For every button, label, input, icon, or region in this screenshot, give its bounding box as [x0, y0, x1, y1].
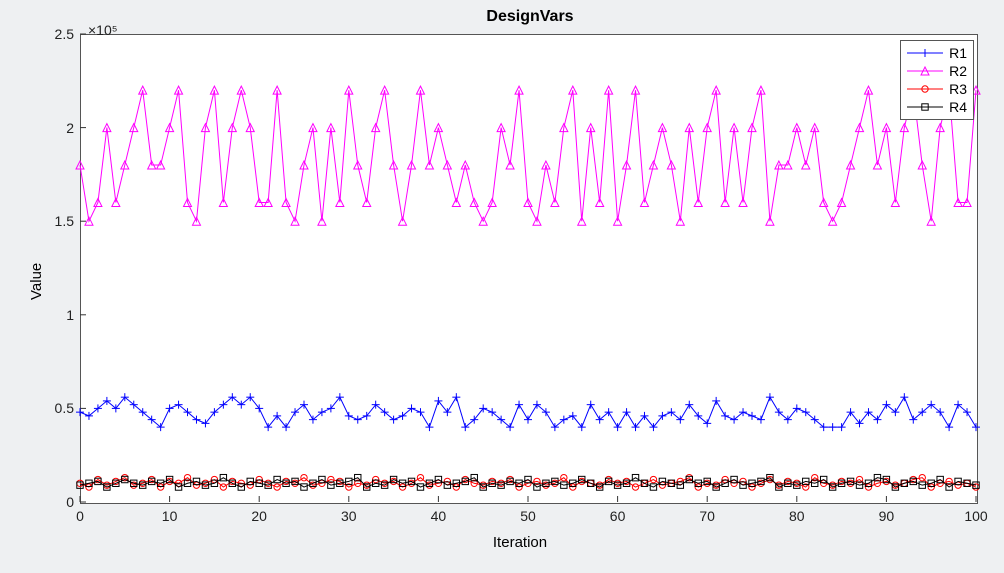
plot-svg: [0, 0, 1004, 573]
x-tick-label: 10: [162, 508, 178, 524]
x-tick-label: 100: [964, 508, 987, 524]
x-tick-label: 30: [341, 508, 357, 524]
x-tick-label: 0: [76, 508, 84, 524]
x-tick-label: 90: [879, 508, 895, 524]
figure: DesignVars ×10⁵ Value Iteration R1 R2 R3…: [0, 0, 1004, 573]
x-tick-label: 50: [520, 508, 536, 524]
x-axis-label: Iteration: [440, 534, 600, 551]
legend-item-r3: R3: [907, 80, 967, 98]
chart-title: DesignVars: [400, 8, 660, 26]
y-tick-label: 0.5: [44, 400, 74, 416]
legend-item-r4: R4: [907, 98, 967, 116]
legend-label: R1: [949, 45, 967, 61]
legend-label: R4: [949, 99, 967, 115]
y-exponent-label: ×10⁵: [88, 22, 118, 38]
y-tick-label: 2.5: [44, 26, 74, 42]
y-tick-label: 0: [44, 494, 74, 510]
legend-label: R2: [949, 63, 967, 79]
y-tick-label: 1: [44, 307, 74, 323]
y-tick-label: 2: [44, 120, 74, 136]
legend-item-r1: R1: [907, 44, 967, 62]
x-tick-label: 40: [431, 508, 447, 524]
legend-item-r2: R2: [907, 62, 967, 80]
x-tick-label: 60: [610, 508, 626, 524]
y-axis-label: Value: [28, 263, 45, 300]
y-tick-label: 1.5: [44, 213, 74, 229]
x-tick-label: 20: [251, 508, 267, 524]
x-tick-label: 70: [699, 508, 715, 524]
legend[interactable]: R1 R2 R3 R4: [900, 40, 974, 120]
legend-label: R3: [949, 81, 967, 97]
x-tick-label: 80: [789, 508, 805, 524]
